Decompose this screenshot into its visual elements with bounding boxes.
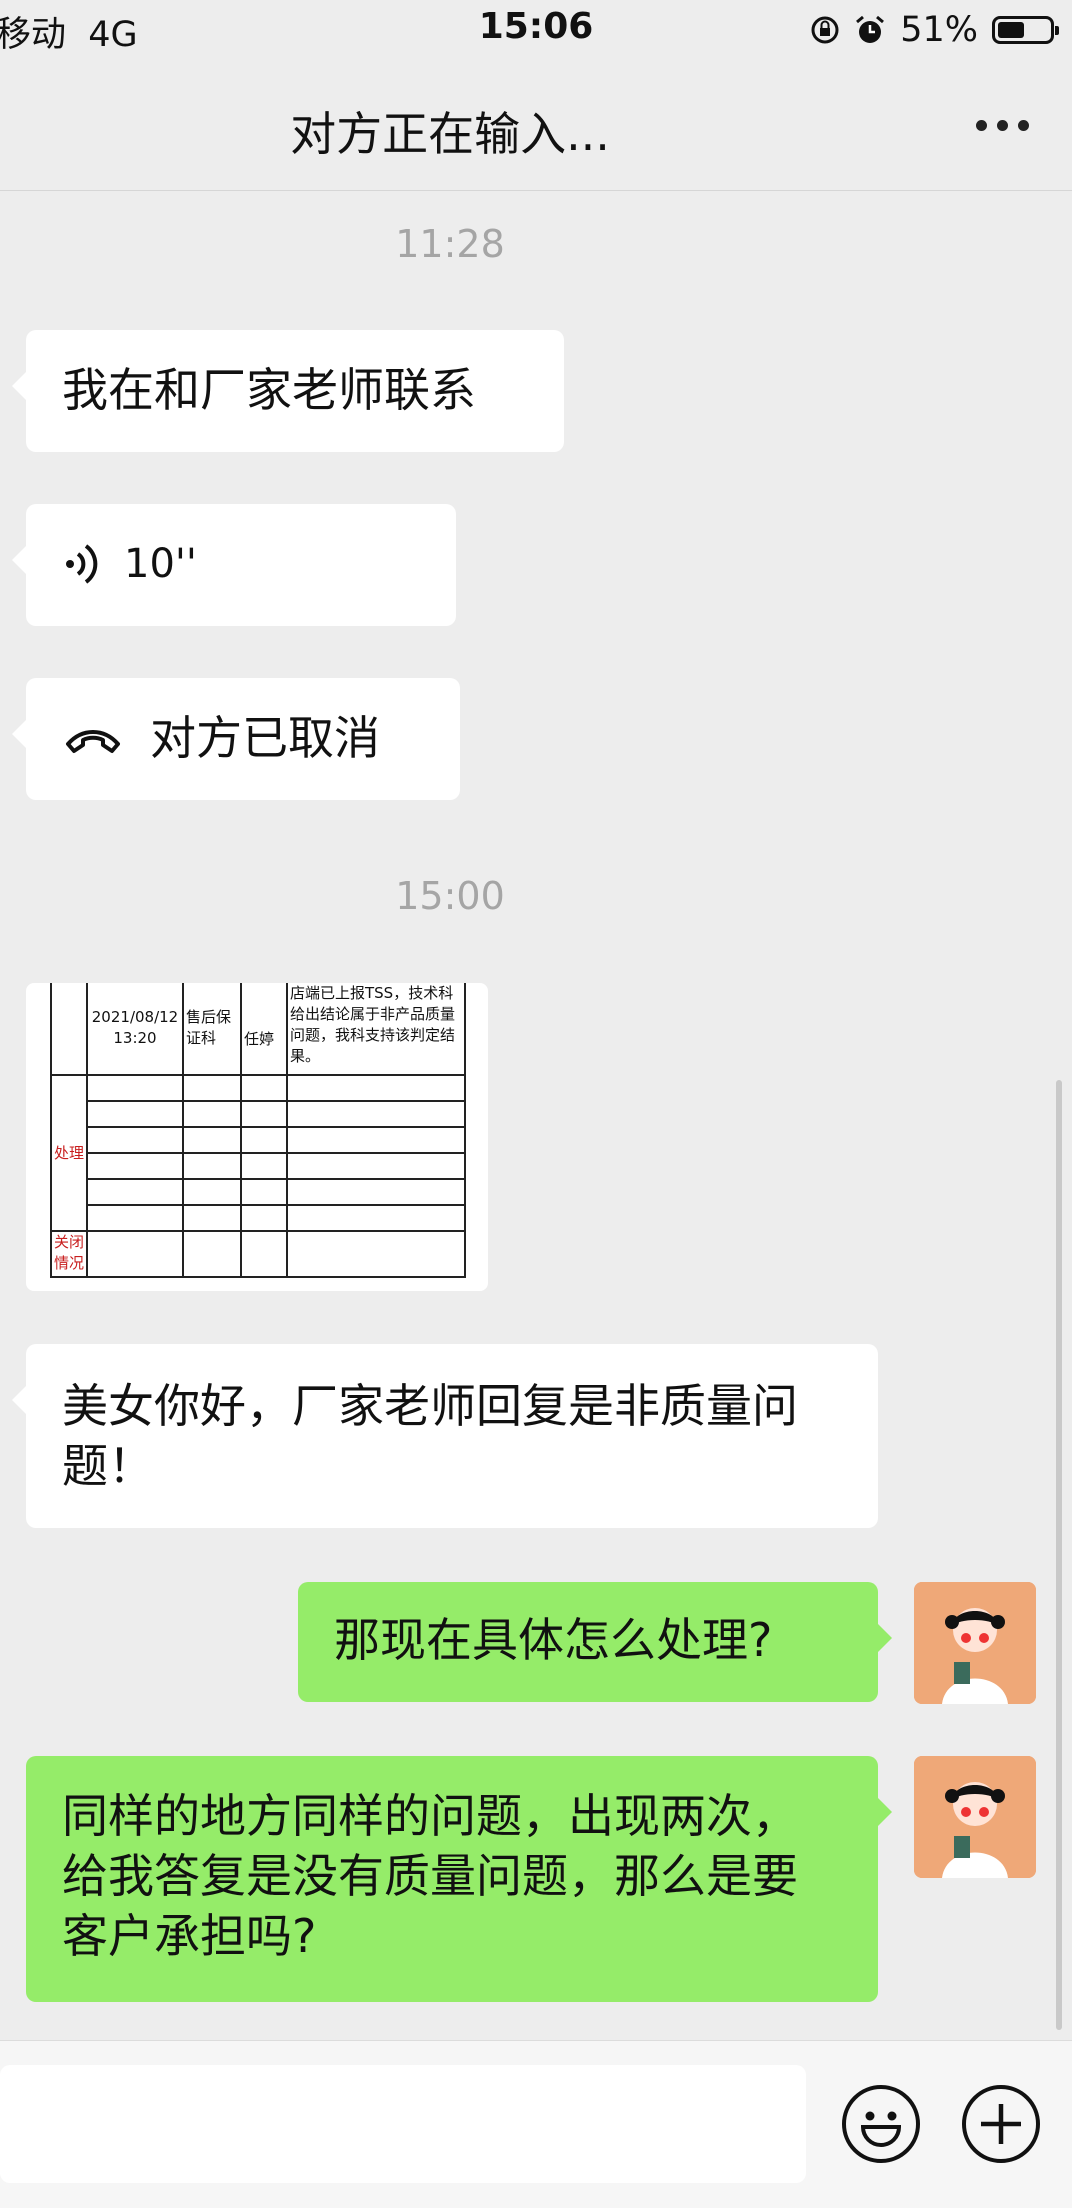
scrollbar[interactable] (1056, 1080, 1062, 2030)
battery-icon (992, 16, 1059, 44)
more-dots-icon (975, 119, 987, 131)
outgoing-message[interactable]: 那现在具体怎么处理? (298, 1582, 892, 1702)
table-row-label: 关闭情况 (50, 1230, 88, 1278)
more-options-button[interactable] (962, 100, 1042, 150)
voice-wave-icon (66, 544, 98, 584)
incoming-message[interactable]: 美女你好，厂家老师回复是非质量问题！ (12, 1344, 878, 1528)
table-time: 13:20 (113, 1029, 157, 1047)
alarm-icon (856, 15, 885, 43)
battery-percent: 51% (900, 10, 978, 50)
plus-icon (981, 2104, 1021, 2144)
status-bar: 移动 4G 15:06 51% (0, 0, 1072, 62)
image-message[interactable]: 2021/08/12 13:20 售后保证科 任婷 店端已上报TSS，技术科给出结… (26, 983, 488, 1291)
outgoing-message[interactable]: 同样的地方同样的问题，出现两次，给我答复是没有质量问题，那么是要客户承担吗? (26, 1756, 892, 2002)
voice-message[interactable]: 10'' (12, 504, 456, 626)
chat-title: 对方正在输入... (290, 107, 610, 161)
table-person: 任婷 (240, 983, 288, 1076)
avatar[interactable] (914, 1582, 1036, 1704)
status-icons: 51% (810, 10, 1059, 50)
record-table-image: 2021/08/12 13:20 售后保证科 任婷 店端已上报TSS，技术科给出结… (50, 983, 466, 1278)
table-date: 2021/08/12 (91, 1008, 179, 1026)
call-message[interactable]: 对方已取消 (12, 678, 460, 800)
table-dept: 售后保证科 (182, 983, 242, 1076)
emoji-icon (860, 2111, 902, 2147)
table-note: 店端已上报TSS，技术科给出结论属于非产品质量问题，我科支持该判定结果。 (286, 983, 466, 1076)
message-input[interactable] (0, 2065, 806, 2183)
timestamp: 15:00 (395, 874, 505, 918)
input-bar (0, 2040, 1072, 2208)
table-row-label: 处理 (50, 1074, 88, 1232)
voice-duration: 10'' (124, 541, 197, 587)
emoji-button[interactable] (842, 2085, 920, 2163)
phone-hangup-icon (66, 730, 120, 753)
avatar-image (914, 1582, 1036, 1704)
rotation-lock-icon (811, 16, 839, 44)
chat-header: 对方正在输入... (0, 62, 1072, 191)
incoming-message[interactable]: 我在和厂家老师联系 (12, 330, 564, 452)
call-status: 对方已取消 (150, 711, 380, 765)
timestamp: 11:28 (395, 222, 505, 266)
avatar-image (914, 1756, 1036, 1878)
avatar[interactable] (914, 1756, 1036, 1878)
add-button[interactable] (962, 2085, 1040, 2163)
